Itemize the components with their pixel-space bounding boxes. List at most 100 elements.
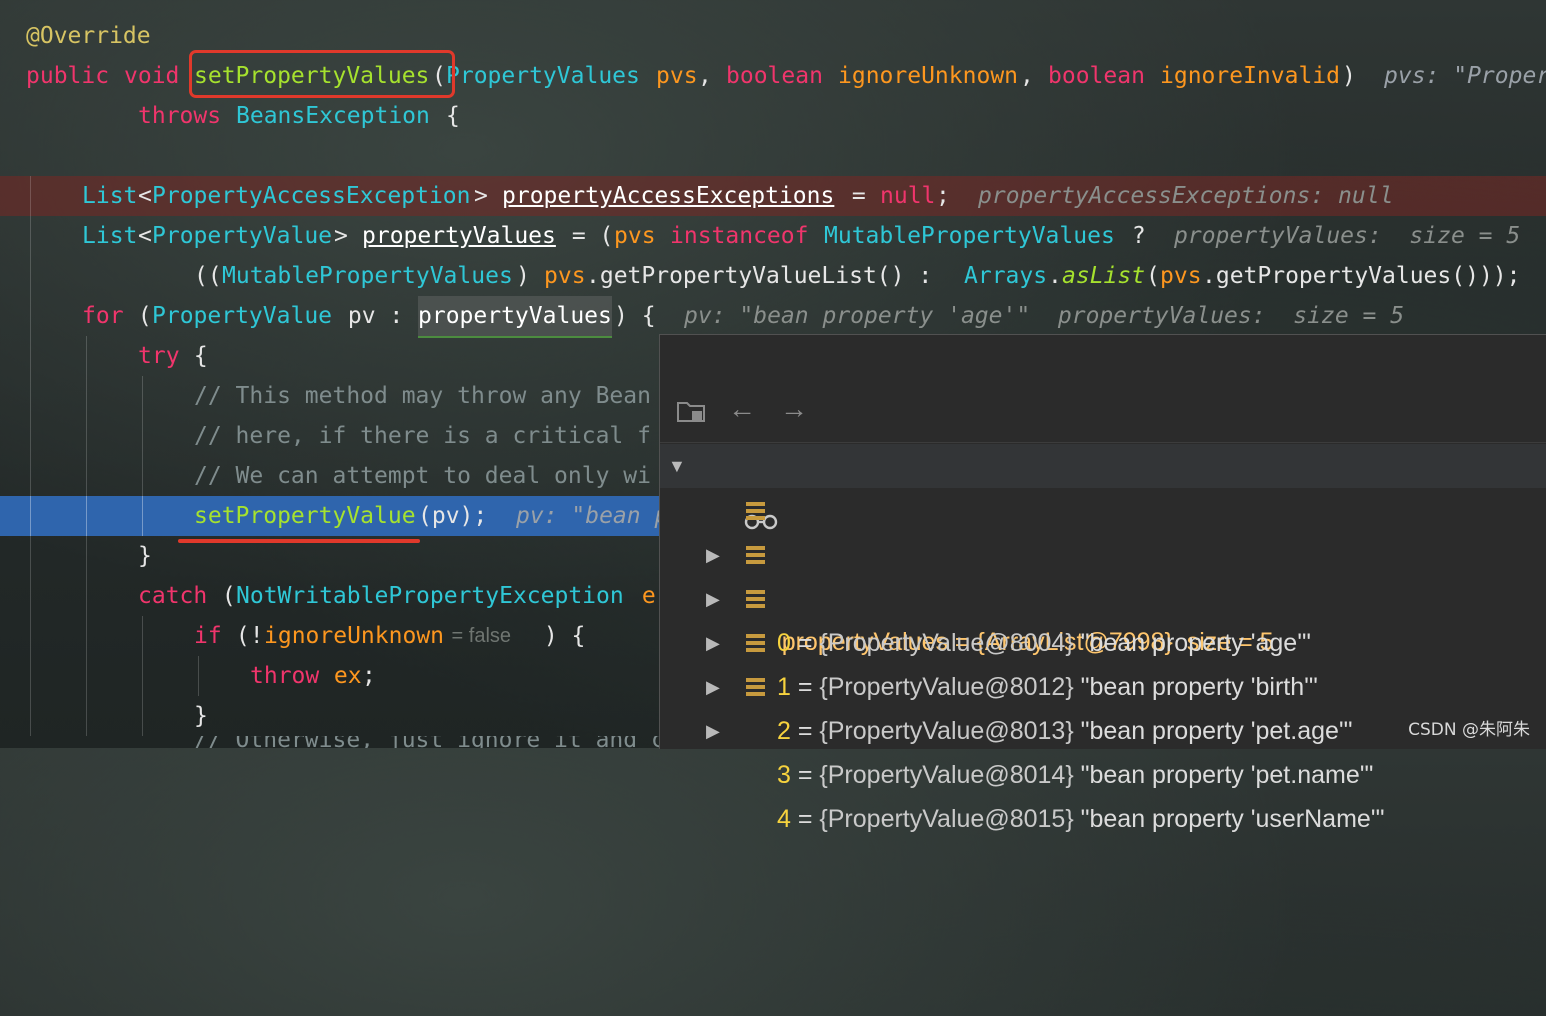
keyword-instanceof: instanceof [670, 223, 809, 249]
popup-toolbar: ← → [660, 335, 1546, 442]
keyword-if: if [194, 623, 222, 649]
item-ref: {PropertyValue@8013} [819, 717, 1074, 745]
semicolon: ; [936, 183, 950, 209]
assign: = [838, 183, 880, 209]
code-line-6: List < PropertyValue > propertyValues = … [0, 216, 1546, 256]
brace: { [446, 103, 460, 129]
indent-guide [30, 536, 31, 576]
indent-guide [142, 696, 143, 736]
type-PropertyValue[interactable]: PropertyValue [152, 296, 332, 336]
inline-debug-hint: pvs: "Proper [1384, 63, 1546, 89]
indent-guide [142, 456, 143, 496]
indent-guide [142, 376, 143, 416]
variable-tree-item[interactable]: ▶ 3 = {PropertyValue@8014} "bean propert… [660, 621, 1546, 789]
keyword-for: for [82, 303, 124, 329]
var-ex: e [628, 583, 656, 609]
comma: , [1020, 63, 1034, 89]
brace: { [180, 343, 208, 369]
indent-guide [30, 696, 31, 736]
type-Arrays[interactable]: Arrays [964, 256, 1047, 296]
keyword-catch: catch [138, 583, 208, 609]
type-BeansException[interactable]: BeansException [236, 96, 430, 136]
item-index: 2 [777, 717, 791, 745]
type-MutablePropertyValues[interactable]: MutablePropertyValues [222, 256, 513, 296]
indent-guide [30, 416, 31, 456]
equals-sign: = [790, 761, 820, 789]
indent-guide [30, 256, 31, 296]
item-description: "bean property 'pet.name'" [1080, 761, 1374, 789]
item-ref: {PropertyValue@8014} [819, 761, 1074, 789]
indent-guide [142, 656, 143, 696]
indent-guide [30, 296, 31, 336]
paren: ( [124, 303, 152, 329]
method-highlight-box [189, 50, 455, 98]
paren: (( [194, 263, 222, 289]
variable-tree-item[interactable]: ▶ 1 = {PropertyValue@8012} "bean propert… [660, 533, 1546, 701]
inline-debug-hint: propertyAccessExceptions: null [978, 183, 1394, 209]
param-pvs: pvs [614, 223, 656, 249]
indent-guide [30, 216, 31, 256]
paren: ) { [614, 303, 656, 329]
equals-sign: = [790, 805, 820, 833]
expand-triangle-icon[interactable]: ▶ [706, 709, 720, 753]
type-PropertyAccessException[interactable]: PropertyAccessException [152, 176, 471, 216]
var-propertyValues-highlighted[interactable]: propertyValues [418, 296, 612, 338]
override-annotation: @Override [26, 23, 151, 49]
type-PropertyValue[interactable]: PropertyValue [152, 216, 332, 256]
inline-debug-hint: pv: "bean p [516, 503, 669, 529]
param-ignoreUnknown: ignoreUnknown [838, 63, 1019, 89]
assign: = ( [558, 223, 614, 249]
indent-guide [30, 616, 31, 656]
semicolon: ; [362, 663, 376, 689]
method-setPropertyValue[interactable]: setPropertyValue [194, 496, 416, 536]
folder-glyph [677, 402, 705, 422]
back-arrow-icon[interactable]: ← [728, 393, 756, 425]
paren: ) [516, 263, 544, 289]
var-ex: ex [320, 663, 362, 689]
indent-guide [86, 696, 87, 736]
paren: ( [1146, 263, 1160, 289]
indent-guide [86, 456, 87, 496]
code-comment: // We can attempt to deal only wi [194, 463, 651, 489]
inline-debug-hint: propertyValues: size = 5 [1174, 223, 1521, 249]
type-MutablePropertyValues[interactable]: MutablePropertyValues [824, 216, 1115, 256]
call-underline-annotation [178, 539, 420, 543]
code-comment: // Otherwise, just ignore it and c [194, 736, 665, 748]
param-pvs: pvs [1160, 263, 1202, 289]
type-PropertyValues[interactable]: PropertyValues [446, 56, 640, 96]
type-List[interactable]: List [82, 176, 137, 216]
keyword-public: public [26, 63, 110, 89]
debug-variable-popup[interactable]: ← → ▼ propertyValues = {ArrayList@7998} … [659, 334, 1546, 833]
code-comment: // This method may throw any Bean [194, 383, 651, 409]
item-description: "bean property 'userName'" [1080, 805, 1385, 833]
keyword-null: null [880, 183, 936, 209]
indent-guide [30, 656, 31, 696]
collapse-triangle-icon[interactable]: ▼ [668, 444, 686, 488]
param-ignoreInvalid: ignoreInvalid [1160, 63, 1341, 89]
call-getPropertyValueList: .getPropertyValueList() : [586, 263, 947, 289]
method-asList[interactable]: asList [1062, 256, 1145, 296]
variable-tree-item[interactable]: ▶ 0 = {PropertyValue@8004} "bean propert… [660, 489, 1546, 657]
code-comment: // here, if there is a critical f [194, 423, 651, 449]
type-List[interactable]: List [82, 216, 137, 256]
watch-folder-icon[interactable] [676, 397, 708, 432]
keyword-throw: throw [250, 663, 320, 689]
variable-tree-item[interactable]: ▶ 2 = {PropertyValue@8013} "bean propert… [660, 577, 1546, 745]
code-line-7: (( MutablePropertyValues ) pvs .getPrope… [0, 256, 1546, 296]
indent-guide [198, 656, 199, 696]
indent-guide [30, 496, 31, 536]
var-propertyAccessExceptions[interactable]: propertyAccessExceptions [502, 176, 834, 216]
variable-tree-root[interactable]: ▼ propertyValues = {ArrayList@7998} size… [660, 444, 1546, 656]
type-NotWritablePropertyException[interactable]: NotWritablePropertyException [236, 576, 624, 616]
keyword-boolean: boolean [1048, 63, 1145, 89]
indent-guide [30, 176, 31, 216]
divider [660, 442, 1546, 443]
var-propertyValues[interactable]: propertyValues [362, 216, 556, 256]
indent-guide [142, 616, 143, 656]
inline-value-hint: = false [446, 625, 512, 647]
variable-tree-item[interactable]: ▶ 4 = {PropertyValue@8015} "bean propert… [660, 665, 1546, 833]
angle: > [474, 183, 488, 209]
forward-arrow-icon[interactable]: → [780, 393, 808, 425]
paren: ) { [530, 623, 586, 649]
angle: < [138, 183, 152, 209]
